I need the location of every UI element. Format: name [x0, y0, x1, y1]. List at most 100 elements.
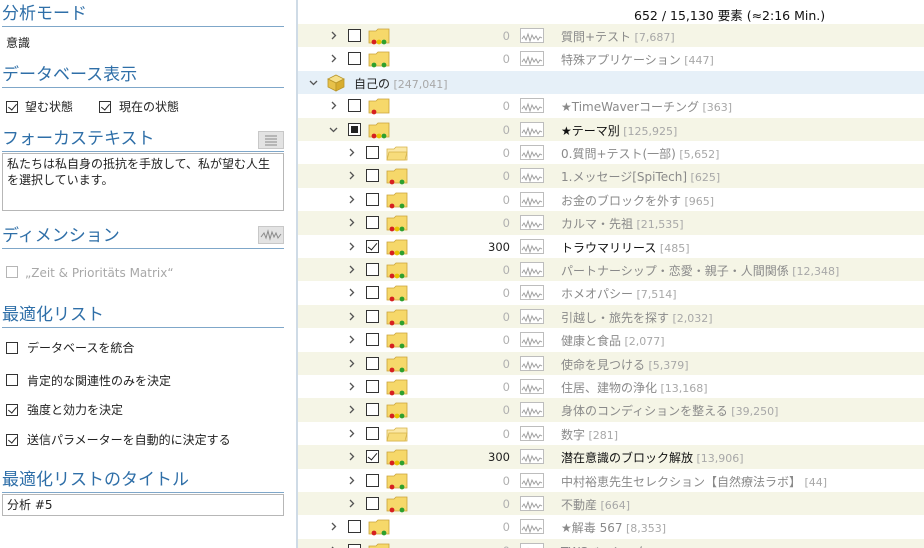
waveform-icon[interactable]: [520, 542, 544, 548]
merge-db-checkbox[interactable]: [6, 342, 18, 354]
chevron-right-icon[interactable]: [346, 451, 357, 462]
chevron-right-icon[interactable]: [328, 521, 339, 532]
row-checkbox[interactable]: [366, 216, 379, 230]
waveform-icon[interactable]: [520, 121, 544, 137]
waveform-icon[interactable]: [520, 425, 544, 441]
tree-row[interactable]: 0 数字 [281]: [298, 421, 924, 446]
tree-row[interactable]: 300 トラウマリリース [485]: [298, 234, 924, 258]
row-checkbox[interactable]: [348, 543, 361, 548]
waveform-icon[interactable]: [520, 472, 544, 488]
chevron-right-icon[interactable]: [328, 30, 339, 41]
row-checkbox[interactable]: [366, 450, 379, 464]
dimension-checkbox[interactable]: [6, 266, 18, 278]
row-checkbox[interactable]: [366, 473, 379, 487]
waveform-icon[interactable]: [520, 308, 544, 324]
row-checkbox[interactable]: [366, 192, 379, 206]
row-checkbox[interactable]: [348, 99, 361, 113]
row-checkbox[interactable]: [366, 380, 379, 393]
analysis-mode-value[interactable]: 意識: [6, 36, 30, 50]
list-icon[interactable]: [258, 131, 284, 149]
waveform-icon[interactable]: [520, 262, 544, 277]
desired-state-checkbox[interactable]: [6, 101, 18, 113]
chevron-right-icon[interactable]: [346, 334, 357, 345]
intensity-checkbox[interactable]: [6, 404, 18, 416]
tree-row[interactable]: 0 ★解毒 567 [8,353]: [298, 515, 924, 539]
waveform-icon[interactable]: [520, 496, 544, 511]
tree-row[interactable]: 0 お金のブロックを外す [965]: [298, 187, 924, 212]
tree-row[interactable]: 0 中村裕恵先生セレクション【自然療法ラボ】 [44]: [298, 468, 924, 492]
waveform-icon[interactable]: [520, 355, 544, 371]
tree-row[interactable]: 0 使命を見つける [5,379]: [298, 351, 924, 375]
focus-text-field[interactable]: 私たちは私自身の抵抗を手放して、私が望む人生を選択しています。: [2, 153, 284, 211]
chevron-right-icon[interactable]: [346, 404, 357, 415]
positive-only-checkbox[interactable]: [6, 374, 18, 386]
tree-row[interactable]: 0 特殊アプリケーション [447]: [298, 47, 924, 71]
row-checkbox[interactable]: [348, 29, 361, 42]
chevron-right-icon[interactable]: [346, 311, 357, 322]
row-checkbox[interactable]: [348, 122, 361, 136]
tree-row[interactable]: 0 ★TimeWaverコーチング [363]: [298, 94, 924, 118]
tree-row[interactable]: 0 引越し・旅先を探す [2,032]: [298, 304, 924, 329]
tree-row[interactable]: 0 住居、建物の浄化 [13,168]: [298, 375, 924, 399]
row-checkbox[interactable]: [366, 239, 379, 253]
waveform-icon[interactable]: [258, 226, 284, 244]
chevron-right-icon[interactable]: [346, 381, 357, 392]
chevron-right-icon[interactable]: [328, 100, 339, 111]
row-checkbox[interactable]: [348, 520, 361, 534]
row-checkbox[interactable]: [366, 356, 379, 370]
chevron-right-icon[interactable]: [346, 428, 357, 439]
waveform-icon[interactable]: [520, 145, 544, 160]
row-checkbox[interactable]: [348, 52, 361, 66]
tree-row[interactable]: 0 不動産 [664]: [298, 492, 924, 516]
tree-row[interactable]: 自己の [247,041]: [298, 70, 924, 95]
chevron-right-icon[interactable]: [346, 287, 357, 298]
waveform-icon[interactable]: [520, 51, 544, 67]
chevron-right-icon[interactable]: [346, 264, 357, 275]
chevron-down-icon[interactable]: [328, 124, 339, 135]
tree-row[interactable]: 0 身体のコンディションを整える [39,250]: [298, 398, 924, 422]
chevron-right-icon[interactable]: [328, 53, 339, 64]
chevron-right-icon[interactable]: [346, 147, 357, 158]
chevron-right-icon[interactable]: [346, 498, 357, 509]
row-checkbox[interactable]: [366, 403, 379, 417]
chevron-right-icon[interactable]: [346, 475, 357, 486]
row-checkbox[interactable]: [366, 263, 379, 276]
auto-params-checkbox[interactable]: [6, 434, 18, 446]
row-checkbox[interactable]: [366, 286, 379, 300]
waveform-icon[interactable]: [520, 28, 544, 43]
tree-row[interactable]: 0 ★テーマ別 [125,925]: [298, 117, 924, 141]
chevron-right-icon[interactable]: [346, 170, 357, 181]
tree-row[interactable]: 0 健康と食品 [2,077]: [298, 328, 924, 352]
waveform-icon[interactable]: [520, 332, 544, 348]
tree-row[interactable]: 0 ホメオパシー [7,514]: [298, 281, 924, 305]
tree-row[interactable]: 0 0.質問+テスト(一部) [5,652]: [298, 141, 924, 165]
waveform-icon[interactable]: [520, 215, 544, 231]
waveform-icon[interactable]: [520, 285, 544, 301]
chevron-right-icon[interactable]: [346, 217, 357, 228]
waveform-icon[interactable]: [520, 238, 544, 254]
tree-row[interactable]: 0 TWSベーシック [39,522]: [298, 538, 924, 548]
list-title-input[interactable]: 分析 #5: [2, 494, 284, 516]
row-checkbox[interactable]: [366, 426, 379, 440]
row-checkbox[interactable]: [366, 333, 379, 347]
chevron-right-icon[interactable]: [346, 358, 357, 369]
row-checkbox[interactable]: [366, 309, 379, 323]
row-checkbox[interactable]: [366, 146, 379, 159]
tree-row[interactable]: 0 質問+テスト [7,687]: [298, 24, 924, 48]
waveform-icon[interactable]: [520, 191, 544, 207]
current-state-checkbox[interactable]: [99, 101, 111, 113]
waveform-icon[interactable]: [520, 98, 544, 114]
row-checkbox[interactable]: [366, 169, 379, 183]
tree-row[interactable]: 300 潜在意識のブロック解放 [13,906]: [298, 445, 924, 469]
row-checkbox[interactable]: [366, 497, 379, 510]
waveform-icon[interactable]: [520, 168, 544, 184]
waveform-icon[interactable]: [520, 519, 544, 535]
waveform-icon[interactable]: [520, 402, 544, 418]
tree-row[interactable]: 0 1.メッセージ[SpiTech] [625]: [298, 164, 924, 188]
chevron-down-icon[interactable]: [308, 77, 319, 88]
tree-row[interactable]: 0 カルマ・先祖 [21,535]: [298, 211, 924, 235]
chevron-right-icon[interactable]: [346, 194, 357, 205]
waveform-icon[interactable]: [520, 449, 544, 465]
chevron-right-icon[interactable]: [346, 241, 357, 252]
tree-row[interactable]: 0 パートナーシップ・恋愛・親子・人間関係 [12,348]: [298, 258, 924, 282]
